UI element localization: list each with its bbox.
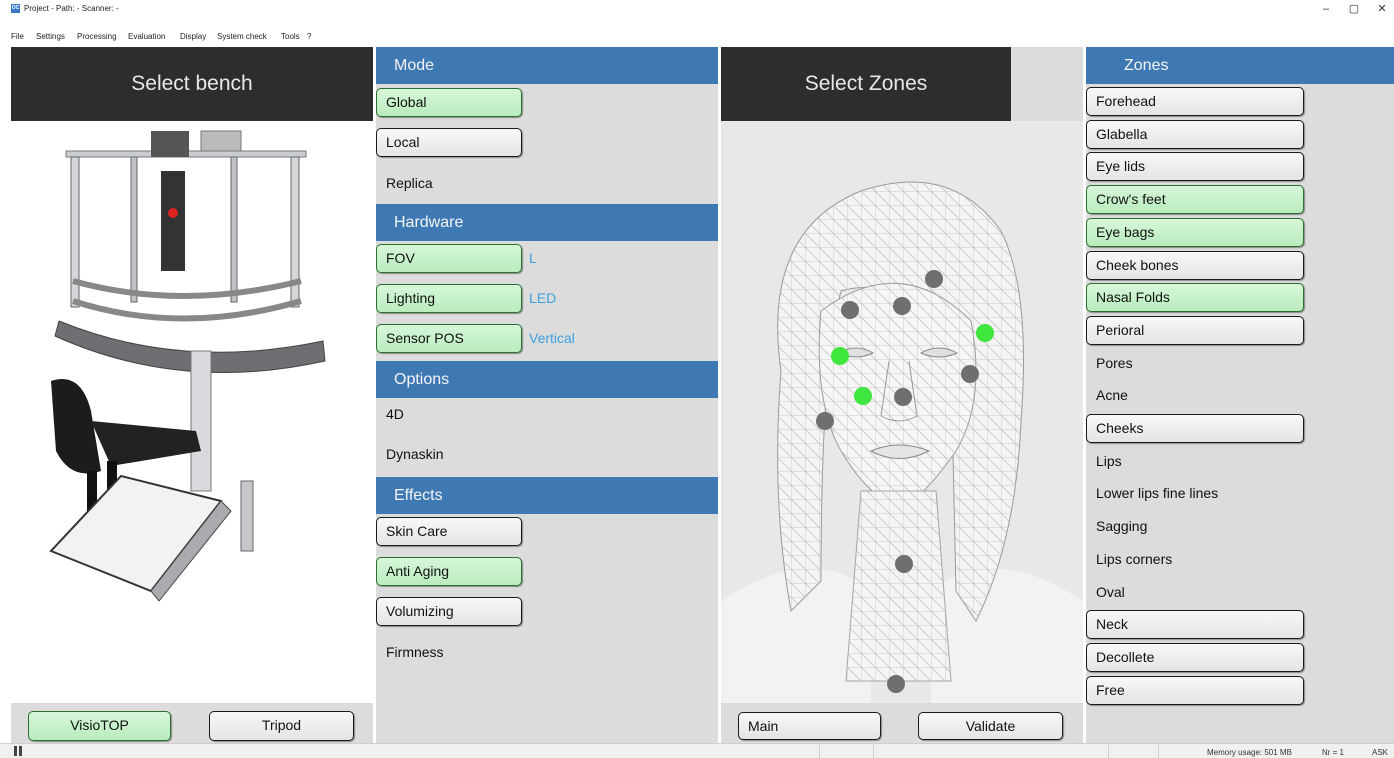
mode-header: Mode [376,47,718,84]
lighting-value: LED [529,290,557,306]
zone-glabella[interactable]: Glabella [1086,119,1304,149]
zone-point-nasal-folds [854,387,872,405]
zone-nasal-folds[interactable]: Nasal Folds [1086,283,1304,313]
zone-lower-lips-fine-lines[interactable]: Lower lips fine lines [1096,485,1218,501]
record-number: Nr = 1 [1322,748,1345,757]
zone-point-glabella-left [841,301,859,319]
sensor-pos-button[interactable]: Sensor POS [376,324,522,353]
zone-oval[interactable]: Oval [1096,584,1125,600]
memory-usage: Memory usage: 501 MB [1207,748,1292,757]
menu-tools[interactable]: Tools [281,32,300,41]
zone-sagging[interactable]: Sagging [1096,518,1147,534]
validate-button[interactable]: Validate [918,712,1063,740]
menu-display[interactable]: Display [180,32,206,41]
zones-panel: Zones Forehead Glabella Eye lids Crow's fee… [1086,47,1394,743]
zone-point-glabella [893,297,911,315]
zone-cheeks[interactable]: Cheeks [1086,414,1304,443]
status-grip-icon-2 [19,746,22,756]
bench-header: Select bench [11,47,373,121]
zone-point-neck [895,555,913,573]
zone-point-eye-bags [831,347,849,365]
select-zones-panel: Select Zones Main Validate [721,47,1083,743]
zone-point-cheeks [816,412,834,430]
visiotop-bench-image [11,121,373,703]
zone-eye-bags[interactable]: Eye bags [1086,217,1304,247]
status-bar: Memory usage: 501 MB Nr = 1 ASK [0,743,1394,758]
zone-point-crows-feet [976,324,994,342]
zone-acne[interactable]: Acne [1096,387,1128,403]
zone-lips[interactable]: Lips [1096,453,1122,469]
menu-system-check[interactable]: System check [217,32,267,41]
menu-file[interactable]: File [11,32,24,41]
zone-neck[interactable]: Neck [1086,610,1304,640]
zone-point-decollete [887,675,905,693]
window-title: Project - Path: - Scanner: - [24,4,119,13]
zone-point-cheek-bones [961,365,979,383]
zone-cheek-bones[interactable]: Cheek bones [1086,250,1304,280]
zone-pores[interactable]: Pores [1096,355,1133,371]
options-header: Options [376,361,718,398]
zone-crow-s-feet[interactable]: Crow's feet [1086,185,1304,215]
mode-local-button[interactable]: Local [376,128,522,157]
lighting-button[interactable]: Lighting [376,284,522,313]
zone-perioral[interactable]: Perioral [1086,315,1304,345]
option-dynaskin-label[interactable]: Dynaskin [386,446,444,462]
title-bar: OC Project - Path: - Scanner: - – ▢ ✕ [0,0,1394,18]
status-grip-icon [14,746,17,756]
zone-point-forehead [925,270,943,288]
restore-button[interactable]: ▢ [1342,2,1366,16]
settings-panel: Mode Global Local Replica Hardware FOV L… [376,47,718,743]
fov-value: L [529,250,537,266]
hardware-header: Hardware [376,204,718,241]
menu-help[interactable]: ? [307,32,311,41]
main-window: OC Project - Path: - Scanner: - – ▢ ✕ Fi… [0,0,1394,758]
skin-care-button[interactable]: Skin Care [376,517,522,546]
zone-decollete[interactable]: Decollete [1086,642,1304,672]
zones-header: Zones [1086,47,1394,84]
select-zones-header: Select Zones [721,47,1011,121]
option-4d-label[interactable]: 4D [386,406,404,422]
mode-global-button[interactable]: Global [376,88,522,117]
tripod-button[interactable]: Tripod [209,711,354,741]
volumizing-button[interactable]: Volumizing [376,597,522,626]
anti-aging-button[interactable]: Anti Aging [376,557,522,586]
fov-button[interactable]: FOV [376,244,522,273]
mode-replica-label[interactable]: Replica [386,175,433,191]
firmness-label[interactable]: Firmness [386,644,444,660]
bench-panel: Select bench VisioTOP Tripod [11,47,373,743]
menu-processing[interactable]: Processing [77,32,117,41]
effects-header: Effects [376,477,718,514]
sensor-pos-value: Vertical [529,330,575,346]
app-icon: OC [11,4,20,13]
status-ask: ASK [1372,748,1389,757]
main-button[interactable]: Main [738,712,881,740]
zone-lips-corners[interactable]: Lips corners [1096,551,1172,567]
zone-forehead[interactable]: Forehead [1086,87,1304,116]
menu-bar: File Settings Processing Evaluation Disp… [0,18,1394,46]
zone-point-perioral [894,388,912,406]
menu-settings[interactable]: Settings [36,32,65,41]
visiotop-button[interactable]: VisioTOP [28,711,171,741]
close-button[interactable]: ✕ [1370,2,1394,16]
zone-eye-lids[interactable]: Eye lids [1086,152,1304,182]
minimize-button[interactable]: – [1314,2,1338,16]
face-mesh-image [721,121,1083,703]
menu-evaluation[interactable]: Evaluation [128,32,165,41]
zone-free[interactable]: Free [1086,675,1304,705]
